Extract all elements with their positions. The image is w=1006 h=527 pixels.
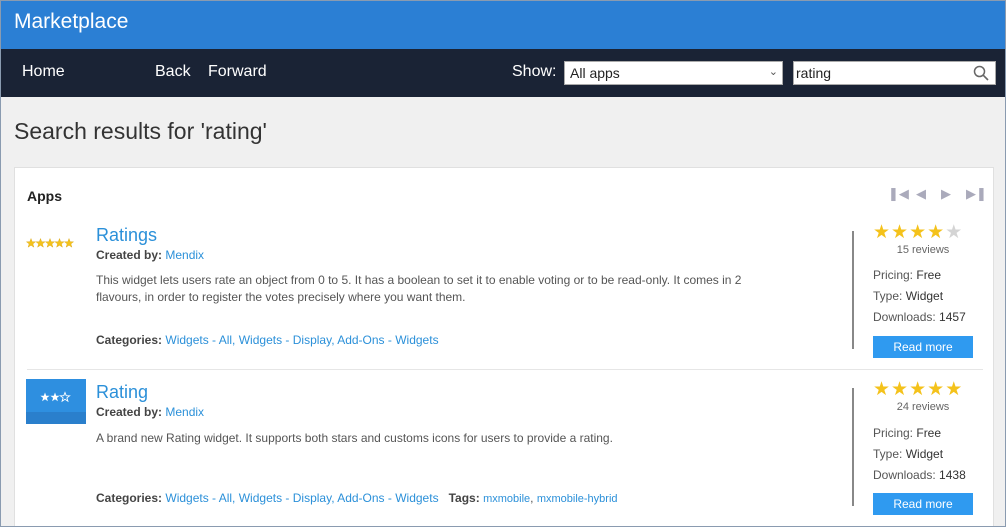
ratings-app-icon[interactable] (26, 238, 76, 248)
next-page-icon[interactable]: ▶ (941, 186, 951, 202)
app-description: A brand new Rating widget. It supports b… (96, 431, 613, 445)
star-rating: ★★★★★ (873, 221, 963, 244)
search-input[interactable]: rating (793, 61, 996, 85)
app-description: This widget lets users rate an object fr… (96, 273, 742, 304)
creator-link[interactable]: Mendix (165, 248, 204, 262)
downloads-label: Downloads: (873, 468, 936, 482)
created-by: Created by: Mendix (96, 248, 204, 262)
star-filled-icon: ★ (927, 222, 946, 243)
type-value: Widget (905, 447, 944, 461)
reviews-count: 24 reviews (896, 401, 950, 413)
show-label: Show: (512, 63, 557, 80)
creator-link[interactable]: Mendix (165, 405, 204, 419)
pricing-label: Pricing: (873, 268, 914, 282)
read-more-button[interactable]: Read more (873, 336, 973, 358)
home-link[interactable]: Home (22, 63, 65, 81)
tag-link[interactable]: mxmobile-hybrid (537, 493, 618, 505)
categories: Categories: Widgets - All, Widgets - Dis… (96, 491, 618, 505)
last-page-icon[interactable]: ▶❚ (966, 186, 987, 202)
divider (852, 231, 854, 349)
downloads-value: 1457 (939, 310, 966, 324)
app-name-link[interactable]: Ratings (96, 225, 157, 246)
categories: Categories: Widgets - All, Widgets - Dis… (96, 333, 439, 347)
created-by-label: Created by: (96, 405, 163, 419)
show-select[interactable]: All apps ⌄ (564, 61, 783, 85)
tag-link[interactable]: mxmobile (483, 493, 530, 505)
panel-title: Apps (27, 188, 62, 204)
title-bar: Marketplace (1, 1, 1005, 49)
rating-app-icon[interactable] (26, 379, 86, 424)
downloads-value: 1438 (939, 468, 966, 482)
tag-separator: , (530, 491, 534, 505)
previous-page-icon[interactable]: ◀ (916, 186, 926, 202)
reviews-count: 15 reviews (896, 244, 950, 256)
star-rating: ★★★★★ (873, 378, 963, 401)
star-filled-icon: ★ (927, 379, 946, 400)
pricing: Pricing: Free (873, 426, 941, 440)
downloads: Downloads: 1457 (873, 310, 966, 324)
downloads-label: Downloads: (873, 310, 936, 324)
pricing-label: Pricing: (873, 426, 914, 440)
apps-panel: Apps ❚◀ ◀ ▶ ▶❚ Ratings Created by: Mendi… (14, 167, 994, 526)
back-link[interactable]: Back (155, 63, 191, 81)
categories-label: Categories: (96, 491, 163, 505)
divider (27, 369, 983, 370)
pricing-value: Free (916, 268, 942, 282)
read-more-button[interactable]: Read more (873, 493, 973, 515)
show-select-value: All apps (570, 65, 620, 81)
star-empty-icon: ★ (945, 222, 964, 243)
type: Type: Widget (873, 289, 943, 303)
pricing-value: Free (916, 426, 942, 440)
window-title: Marketplace (14, 10, 129, 33)
page-title: Search results for 'rating' (14, 118, 267, 144)
star-filled-icon: ★ (873, 222, 892, 243)
chevron-down-icon: ⌄ (768, 66, 778, 78)
type: Type: Widget (873, 447, 943, 461)
type-value: Widget (905, 289, 944, 303)
pricing: Pricing: Free (873, 268, 941, 282)
created-by-label: Created by: (96, 248, 163, 262)
first-page-icon[interactable]: ❚◀ (888, 186, 909, 202)
search-icon[interactable] (973, 65, 989, 81)
forward-link[interactable]: Forward (208, 63, 267, 81)
created-by: Created by: Mendix (96, 405, 204, 419)
downloads: Downloads: 1438 (873, 468, 966, 482)
star-filled-icon: ★ (909, 379, 928, 400)
type-label: Type: (873, 447, 903, 461)
categories-links[interactable]: Widgets - All, Widgets - Display, Add-On… (165, 491, 438, 505)
type-label: Type: (873, 289, 903, 303)
star-filled-icon: ★ (891, 222, 910, 243)
star-filled-icon: ★ (945, 379, 964, 400)
tags-label: Tags: (448, 491, 480, 505)
marketplace-window: Marketplace Home Back Forward Show: All … (0, 0, 1006, 527)
app-name-link[interactable]: Rating (96, 382, 148, 403)
categories-links[interactable]: Widgets - All, Widgets - Display, Add-On… (165, 333, 438, 347)
star-filled-icon: ★ (873, 379, 892, 400)
search-input-value: rating (796, 65, 832, 81)
star-filled-icon: ★ (909, 222, 928, 243)
categories-label: Categories: (96, 333, 163, 347)
star-filled-icon: ★ (891, 379, 910, 400)
divider (852, 388, 854, 506)
